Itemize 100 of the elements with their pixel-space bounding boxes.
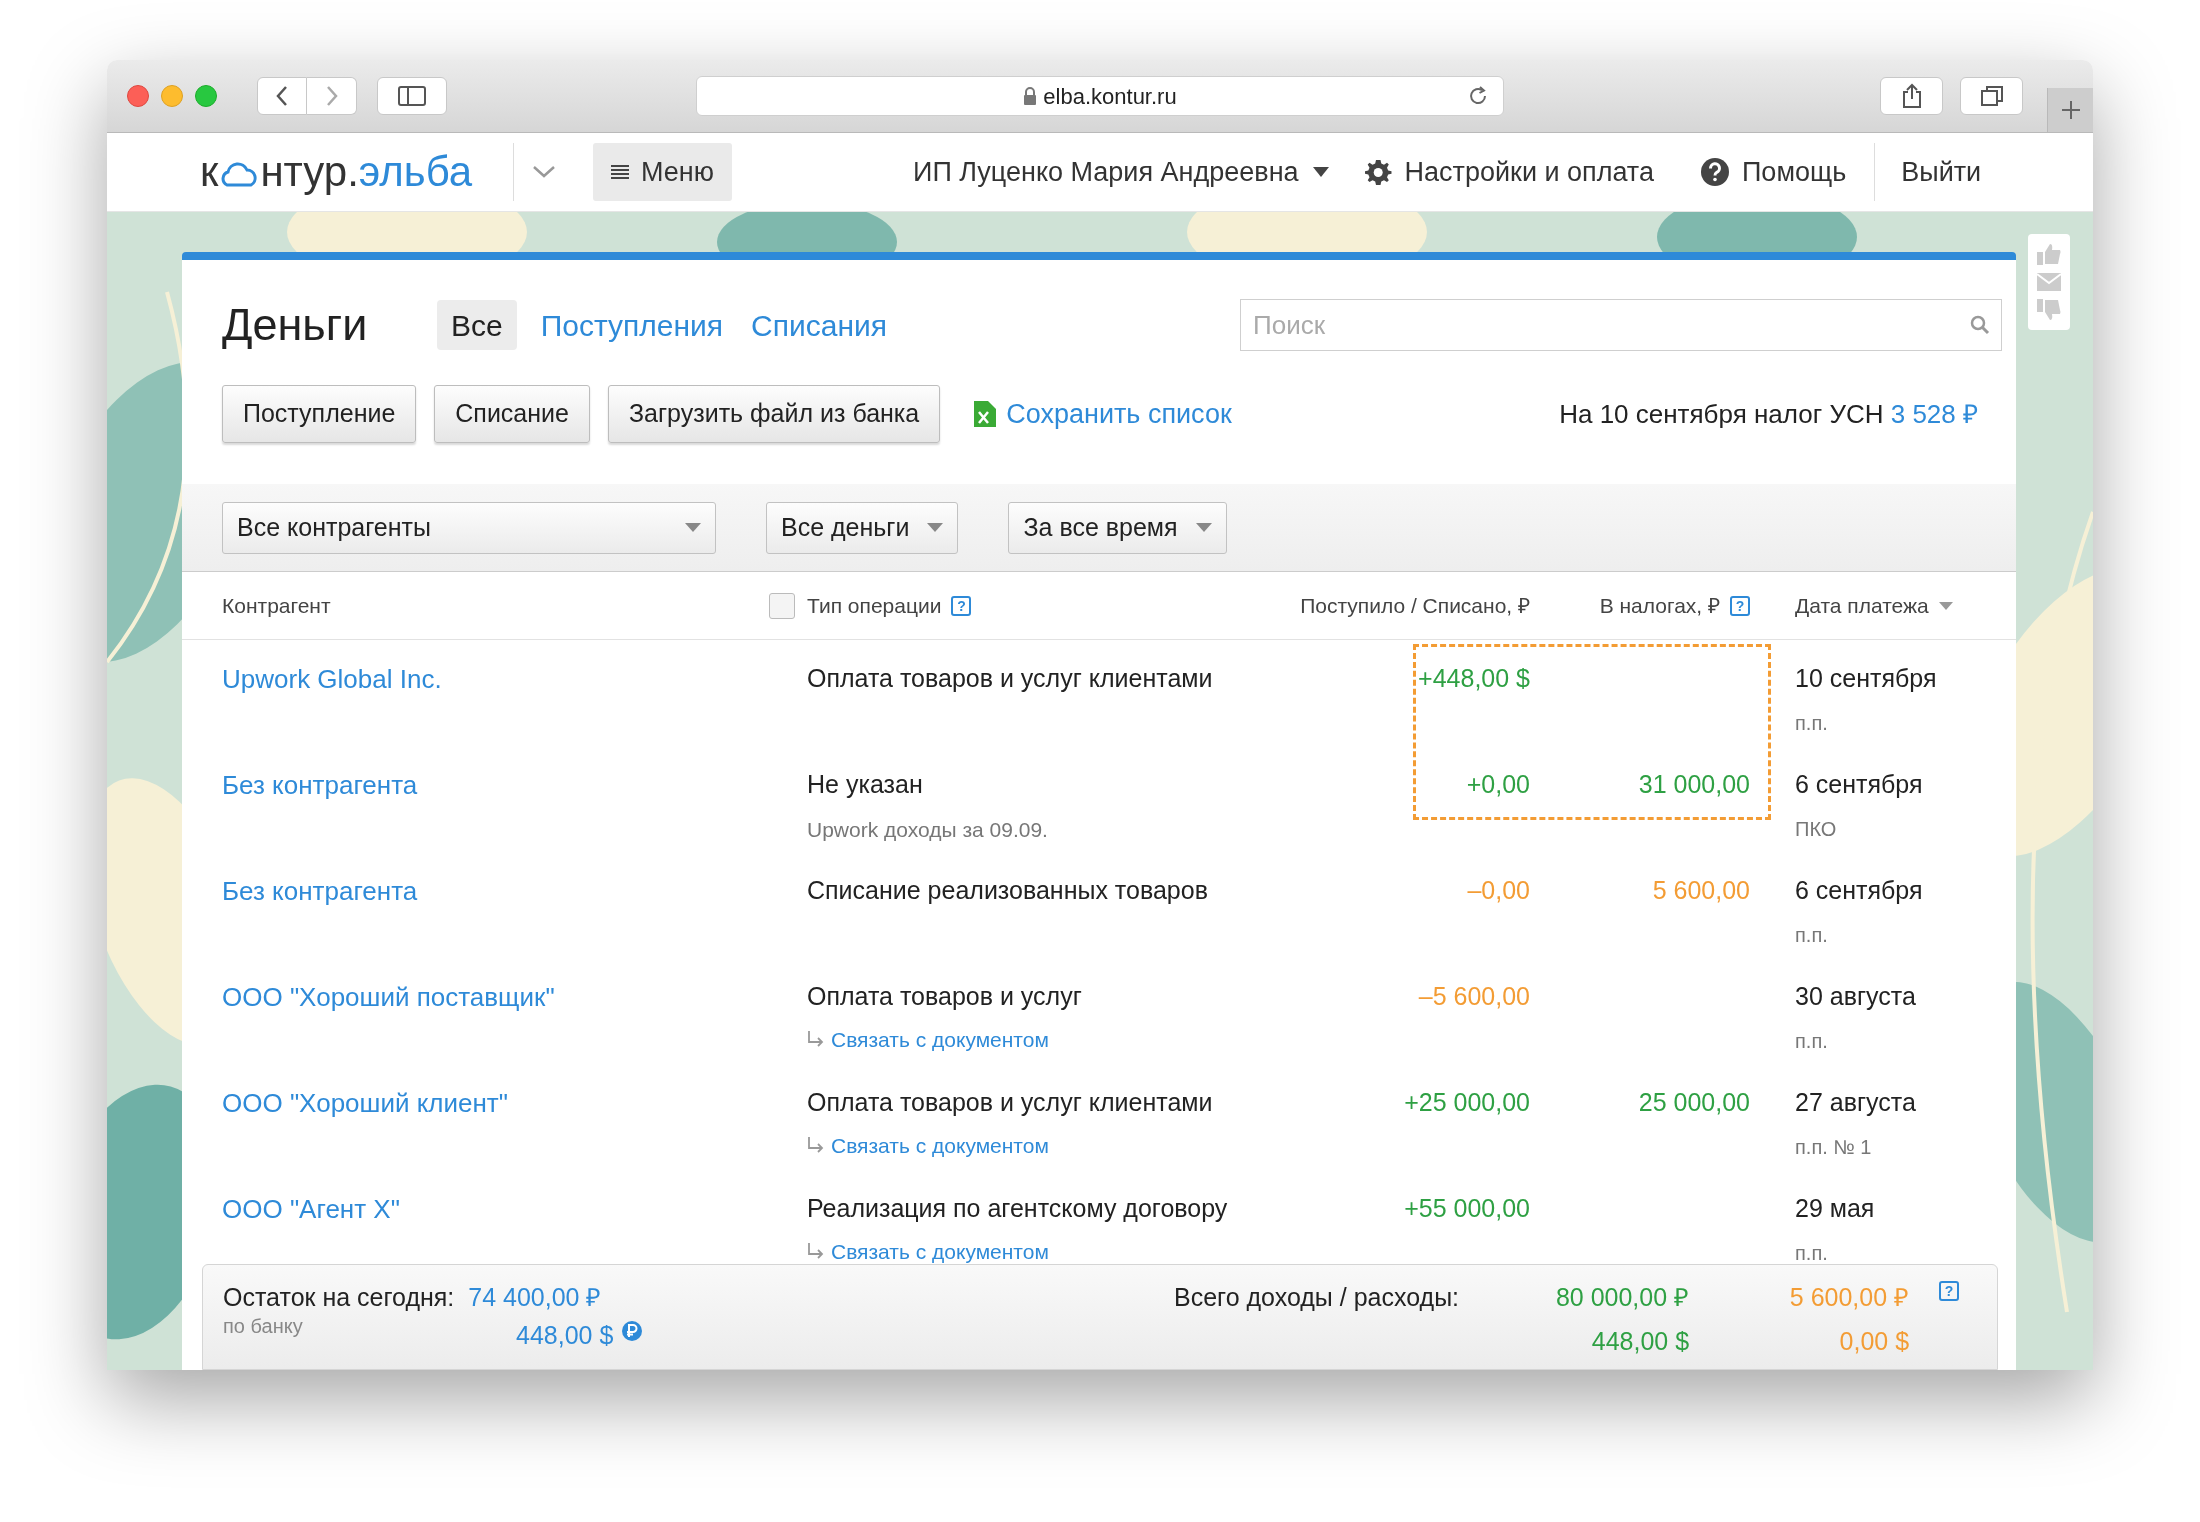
- filter-dropdown[interactable]: За все время: [1008, 501, 1227, 554]
- minimize-window-icon[interactable]: [161, 85, 183, 107]
- back-button[interactable]: [257, 77, 307, 115]
- tab[interactable]: Все: [437, 300, 517, 350]
- counterparty-link[interactable]: Upwork Global Inc.: [222, 664, 442, 694]
- income-total: 80 000,00 ₽: [1555, 1282, 1690, 1313]
- amount-value: +0,00: [1466, 769, 1530, 800]
- thumbs-down-icon[interactable]: [2036, 298, 2062, 323]
- amount-value: +448,00 $: [1418, 663, 1530, 694]
- amount-value: +55 000,00: [1404, 1193, 1530, 1224]
- column-header[interactable]: Поступило / Списано, ₽: [1300, 589, 1530, 622]
- tab[interactable]: Поступления: [536, 300, 728, 350]
- gear-icon: [1362, 157, 1393, 187]
- balance-value: 74 400,00 ₽: [468, 1282, 602, 1313]
- cloud-icon: [219, 162, 260, 188]
- tax-value: 25 000,00: [1638, 1087, 1750, 1118]
- balance-label: Остаток на сегодня:: [223, 1282, 455, 1313]
- share-button[interactable]: [1880, 77, 1943, 115]
- help-icon[interactable]: ?: [1730, 595, 1750, 616]
- lock-icon: [1023, 87, 1038, 105]
- chevron-down-icon[interactable]: [532, 165, 556, 179]
- income-total: 448,00 $: [1591, 1325, 1690, 1357]
- column-header[interactable]: Контрагент: [222, 589, 331, 622]
- menu-icon: [611, 164, 629, 180]
- balance-sublabel: по банку: [223, 1313, 304, 1339]
- caret-icon: [1195, 523, 1212, 532]
- tabs-button[interactable]: [1960, 77, 2023, 115]
- tax-value: 5 600,00: [1652, 875, 1750, 906]
- document-type: п.п.: [1795, 1240, 1828, 1266]
- amount-value: –5 600,00: [1418, 981, 1530, 1012]
- sort-caret-icon[interactable]: [1938, 601, 1953, 610]
- plus-icon: [2059, 99, 2082, 121]
- counterparty-link[interactable]: ООО "Агент X": [222, 1194, 400, 1224]
- amount-value: –0,00: [1467, 875, 1530, 906]
- address-bar[interactable]: elba.kontur.ru: [696, 76, 1504, 116]
- document-type: п.п.: [1795, 922, 1828, 948]
- payment-note: Upwork доходы за 09.09.: [807, 816, 1048, 843]
- sidebar-button[interactable]: [377, 77, 447, 115]
- expense-total: 0,00 $: [1839, 1325, 1910, 1357]
- column-header[interactable]: Тип операции: [807, 589, 942, 622]
- help-link[interactable]: Помощь: [1699, 151, 1847, 193]
- menu-button[interactable]: Меню: [593, 143, 732, 201]
- checkbox[interactable]: [769, 592, 795, 619]
- chevron-right-icon: [324, 85, 339, 107]
- totals-label: Всего доходы / расходы:: [1174, 1282, 1460, 1313]
- document-type: п.п.: [1795, 710, 1828, 736]
- operation-type: Не указан: [807, 769, 923, 800]
- payment-date: 27 августа: [1795, 1087, 1916, 1118]
- envelope-icon[interactable]: [2037, 273, 2061, 291]
- return-arrow-icon: [807, 1031, 825, 1048]
- filter-dropdown[interactable]: Все контрагенты: [222, 501, 716, 554]
- operation-type: Списание реализованных товаров: [807, 875, 1208, 906]
- page-title: Деньги: [222, 298, 369, 353]
- payment-date: 30 августа: [1795, 981, 1916, 1012]
- counterparty-link[interactable]: Без контрагента: [222, 876, 418, 906]
- search-field[interactable]: Поиск: [1240, 299, 2002, 351]
- link-document-link[interactable]: Связать с документом: [807, 1023, 1049, 1055]
- counterparty-link[interactable]: ООО "Хороший поставщик": [222, 982, 555, 1012]
- url-text: elba.kontur.ru: [1043, 82, 1177, 111]
- close-window-icon[interactable]: [127, 85, 149, 107]
- help-icon[interactable]: ?: [951, 595, 972, 616]
- action-button[interactable]: Поступление: [222, 385, 417, 443]
- tax-notice: На 10 сентября налог УСН 3 528 ₽: [1559, 397, 1978, 431]
- share-icon: [1900, 83, 1923, 109]
- filter-dropdown[interactable]: Все деньги: [766, 501, 959, 554]
- logo[interactable]: к нтур.эльба: [200, 151, 473, 193]
- counterparty-link[interactable]: Без контрагента: [222, 770, 418, 800]
- document-type: п.п.: [1795, 1028, 1828, 1054]
- new-tab-button[interactable]: [2047, 88, 2093, 132]
- operation-type: Оплата товаров и услуг клиентами: [807, 663, 1213, 694]
- return-arrow-icon: [807, 1243, 825, 1260]
- column-header[interactable]: В налогах, ₽: [1599, 589, 1720, 622]
- user-menu[interactable]: ИП Луценко Мария Андреевна: [913, 151, 1329, 193]
- reload-icon[interactable]: [1467, 85, 1489, 107]
- maximize-window-icon[interactable]: [195, 85, 217, 107]
- link-document-link[interactable]: Связать с документом: [807, 1129, 1049, 1161]
- save-list-link[interactable]: Сохранить список: [972, 393, 1232, 435]
- caret-icon: [685, 523, 701, 532]
- payment-date: 6 сентября: [1795, 875, 1923, 906]
- balance-value: 448,00 $: [516, 1319, 614, 1351]
- payment-date: 10 сентября: [1795, 663, 1937, 694]
- sidebar-icon: [398, 86, 426, 106]
- chevron-left-icon: [275, 85, 289, 107]
- thumbs-up-icon[interactable]: [2036, 241, 2062, 266]
- tax-amount-link[interactable]: 3 528 ₽: [1890, 398, 1978, 429]
- caret-icon: [1312, 167, 1329, 177]
- action-button[interactable]: Загрузить файл из банка: [607, 385, 941, 443]
- counterparty-link[interactable]: ООО "Хороший клиент": [222, 1088, 508, 1118]
- caret-icon: [927, 523, 944, 532]
- search-icon: [1970, 315, 1990, 335]
- payment-date: 6 сентября: [1795, 769, 1923, 800]
- action-button[interactable]: Списание: [434, 385, 590, 443]
- settings-link[interactable]: Настройки и оплата: [1362, 151, 1654, 193]
- amount-value: +25 000,00: [1404, 1087, 1530, 1118]
- operation-type: Оплата товаров и услуг: [807, 981, 1082, 1012]
- tab[interactable]: Списания: [747, 300, 891, 350]
- logout-link[interactable]: Выйти: [1901, 151, 1982, 193]
- link-document-link[interactable]: Связать с документом: [807, 1235, 1049, 1267]
- column-header[interactable]: Дата платежа: [1795, 589, 1929, 622]
- currency-icon[interactable]: [621, 1319, 644, 1342]
